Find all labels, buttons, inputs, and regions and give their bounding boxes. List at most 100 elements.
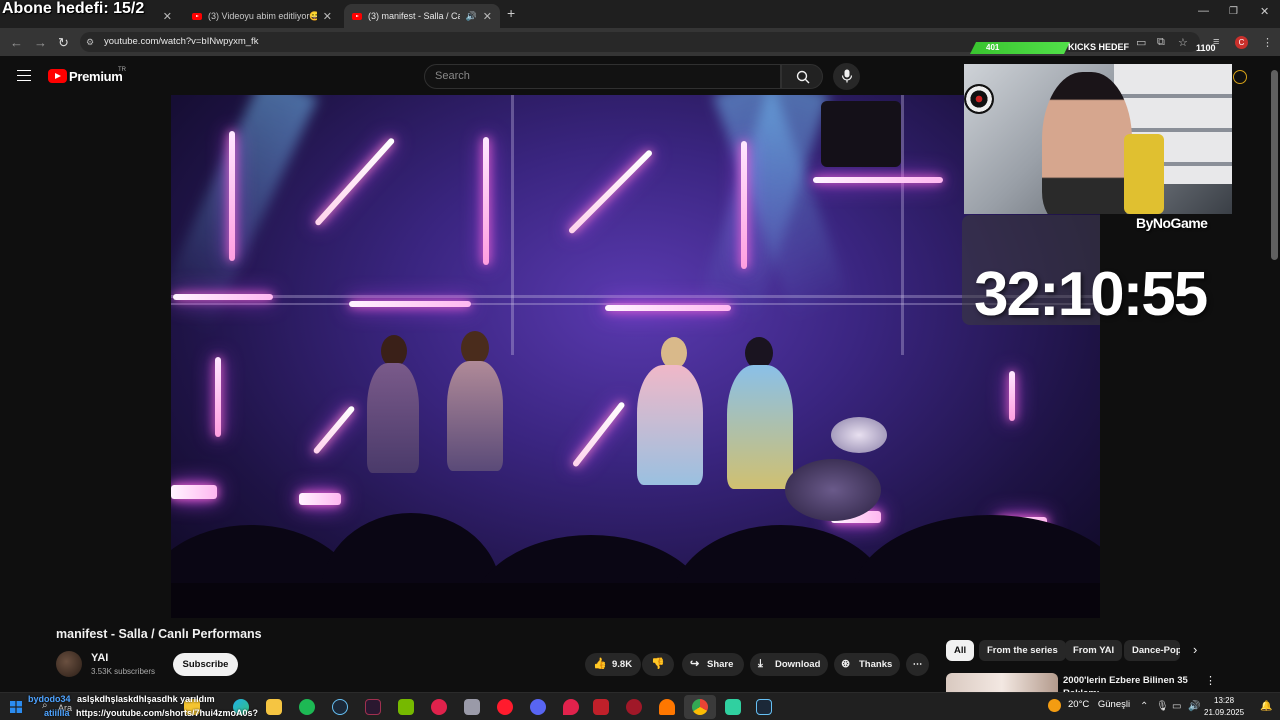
speaker-icon[interactable]: 🔊 (466, 11, 477, 22)
page-scrollbar[interactable] (1271, 70, 1278, 260)
steam-icon[interactable] (332, 699, 348, 715)
spotify-icon[interactable] (299, 699, 315, 715)
notification-bell-icon[interactable]: 🔔 (1260, 701, 1272, 712)
region-code: TR (118, 67, 126, 73)
kick-goal-target: 1100 (1196, 43, 1216, 53)
video-player[interactable] (171, 95, 1100, 618)
reload-icon[interactable]: ↻ (58, 35, 69, 51)
thanks-button[interactable]: ⊛ Thanks (834, 653, 900, 676)
browser-menu-icon[interactable]: ⋮ (1262, 36, 1273, 49)
like-button[interactable]: 👍 9.8K (585, 653, 641, 676)
channel-name[interactable]: YAI (91, 652, 108, 664)
clock-date[interactable]: 21.09.2025 (1204, 708, 1244, 717)
new-tab-button[interactable]: + (507, 5, 515, 21)
chrome-icon[interactable] (692, 699, 708, 715)
taskbar-app-icon[interactable] (626, 699, 642, 715)
restore-button[interactable]: ❐ (1229, 6, 1238, 17)
recommended-title[interactable]: 2000'lerin Ezbere Bilinen 35 Reklamı (1063, 674, 1193, 693)
youtube-logo-icon[interactable] (48, 69, 67, 83)
back-icon[interactable]: ← (10, 35, 23, 50)
translate-icon[interactable]: ⧉ (1157, 36, 1165, 49)
neon-tube (173, 294, 273, 300)
streamer-webcam (964, 64, 1232, 214)
chair (1124, 134, 1164, 214)
recommended-menu-icon[interactable]: ⋮ (1205, 674, 1216, 687)
chat-message: atiiilla https://youtube.com/shorts/7hui… (44, 708, 258, 718)
taskbar-app-icon[interactable] (725, 699, 741, 715)
chip-from-series[interactable]: From the series (979, 640, 1066, 661)
clock-time[interactable]: 13:28 (1214, 696, 1234, 705)
kick-goal-label: KICKS HEDEF (1068, 42, 1130, 52)
chevron-up-icon[interactable]: ⌃ (1140, 701, 1148, 712)
kick-progress-bar: 401 (970, 42, 1070, 54)
performer (367, 363, 419, 473)
url-text: youtube.com/watch?v=bINwpyxm_fk (104, 36, 259, 47)
taskbar-app-icon[interactable] (593, 699, 609, 715)
close-window-button[interactable]: ✕ (1260, 5, 1269, 18)
bookmark-star-icon[interactable]: ☆ (1178, 36, 1188, 49)
file-explorer-icon[interactable] (266, 699, 282, 715)
microphone-icon[interactable]: 🎙 (1156, 701, 1169, 712)
tab-manifest[interactable]: (3) manifest - Salla / Canlı P 🔊 ✕ (344, 4, 500, 28)
tab-videoyu[interactable]: (3) Videoyu abim editliyor😀 ✕ (184, 4, 340, 28)
recommended-thumbnail[interactable] (946, 673, 1058, 693)
camera-rig (821, 101, 901, 167)
weather-widget[interactable]: 20°C Güneşli (1068, 699, 1130, 710)
youtube-logo-text[interactable]: Premium (69, 69, 123, 84)
stream-timer: 32:10:55 (974, 260, 1208, 329)
stage-truss (171, 295, 1100, 298)
taskbar-app-icon[interactable] (431, 699, 447, 715)
weather-sun-icon (1048, 699, 1061, 712)
download-label: Download (775, 659, 821, 670)
performer-head (461, 331, 489, 365)
voice-search-button[interactable] (833, 63, 860, 90)
channel-avatar[interactable] (56, 651, 82, 677)
brand-logo: ByNoGame (1136, 215, 1208, 231)
dartboard (964, 84, 994, 114)
more-icon: ⋯ (912, 659, 923, 670)
minimize-button[interactable]: — (1198, 5, 1209, 17)
neon-tube (567, 149, 654, 235)
thumbs-down-icon: 👎 (651, 658, 665, 670)
steam-icon[interactable] (756, 699, 772, 715)
chip-all[interactable]: All (946, 640, 975, 661)
chevron-right-icon[interactable]: › (1193, 642, 1197, 657)
taskbar-app-icon[interactable] (464, 699, 480, 715)
neon-tube (813, 177, 943, 183)
site-settings-icon[interactable]: ⚙ (86, 32, 94, 52)
nvidia-icon[interactable] (398, 699, 414, 715)
discord-icon[interactable] (530, 699, 546, 715)
taskbar-app-icon[interactable] (365, 699, 381, 715)
notification-icon[interactable] (1233, 70, 1247, 84)
network-icon[interactable]: ▭ (1172, 701, 1181, 712)
profile-avatar[interactable]: C (1235, 36, 1248, 49)
close-icon[interactable]: ✕ (477, 10, 492, 23)
dislike-button[interactable]: 👎 (642, 653, 674, 676)
close-icon[interactable]: ✕ (317, 10, 332, 23)
neon-tube (571, 401, 626, 468)
weather-desc: Güneşli (1097, 699, 1131, 710)
volume-icon[interactable]: 🔊 (1188, 701, 1200, 712)
windows-start-icon[interactable] (10, 701, 22, 713)
subscribe-button[interactable]: Subscribe (173, 653, 238, 676)
search-button[interactable] (781, 64, 823, 89)
soundcloud-icon[interactable] (659, 699, 675, 715)
weather-temp: 20°C (1068, 699, 1090, 710)
stage-truss (511, 95, 514, 355)
forward-icon[interactable]: → (34, 35, 47, 50)
browser-tab-bar: ✕ (3) Videoyu abim editliyor😀 ✕ (3) mani… (0, 0, 1280, 28)
share-button[interactable]: ↪ Share (682, 653, 744, 676)
opera-icon[interactable] (497, 699, 513, 715)
thumbs-up-icon: 👍 (593, 658, 607, 670)
chip-from-channel[interactable]: From YAI (1065, 640, 1123, 661)
menu-icon[interactable] (17, 70, 31, 81)
download-button[interactable]: ⤓ Download (750, 653, 828, 676)
neon-tube (605, 305, 731, 311)
search-icon (796, 70, 810, 84)
chip-dance-pop[interactable]: Dance-Pop (1124, 640, 1180, 661)
taskbar-app-icon[interactable] (563, 699, 579, 715)
more-actions-button[interactable]: ⋯ (906, 653, 929, 676)
search-input[interactable]: Search (424, 64, 781, 89)
close-icon[interactable]: ✕ (157, 10, 172, 23)
cast-icon[interactable]: ▭ (1136, 36, 1146, 49)
